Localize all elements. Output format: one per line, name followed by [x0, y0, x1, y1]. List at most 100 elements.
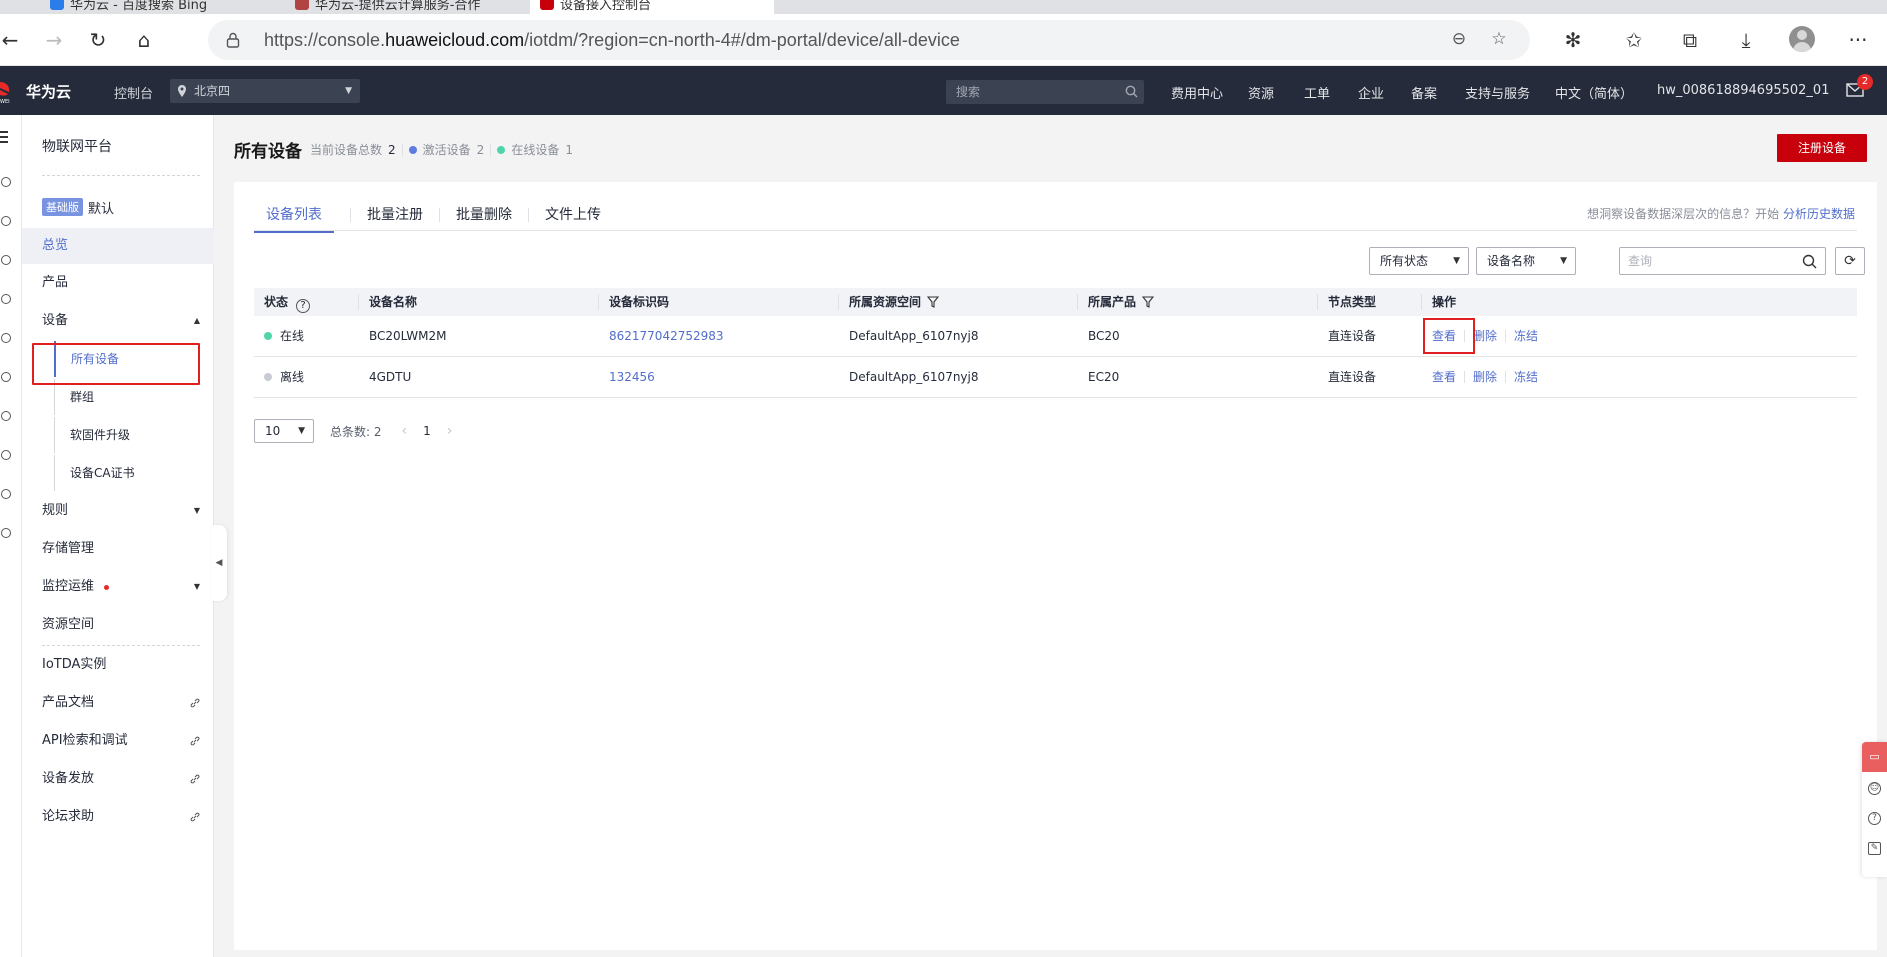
- service-icon[interactable]: [1, 489, 11, 499]
- search-field-select[interactable]: 设备名称 ▼: [1476, 247, 1576, 275]
- collections-icon[interactable]: ⧉: [1676, 26, 1704, 54]
- nav-filing[interactable]: 备案: [1411, 83, 1437, 102]
- query-input[interactable]: 查询: [1619, 247, 1826, 275]
- service-icon[interactable]: [1, 177, 11, 187]
- sidebar-item-firmware[interactable]: 软固件升级: [54, 417, 214, 453]
- freeze-button[interactable]: 冻结: [1514, 316, 1546, 356]
- feedback-icon[interactable]: ✎: [1868, 842, 1881, 855]
- node-id-link[interactable]: 132456: [599, 357, 655, 397]
- page-number[interactable]: 1: [423, 424, 431, 438]
- brand-name[interactable]: 华为云: [26, 81, 71, 102]
- delete-button[interactable]: 删除: [1473, 357, 1505, 397]
- nav-language[interactable]: 中文（简体）: [1555, 83, 1633, 102]
- home-icon[interactable]: ⌂: [130, 26, 158, 54]
- sidebar-item-resource-space[interactable]: 资源空间: [22, 607, 214, 643]
- nav-enterprise[interactable]: 企业: [1358, 83, 1384, 102]
- status-filter-select[interactable]: 所有状态 ▼: [1369, 247, 1469, 275]
- sidebar-item-forum[interactable]: 论坛求助: [22, 799, 214, 835]
- reload-icon[interactable]: ↻: [84, 26, 112, 54]
- nav-support[interactable]: 支持与服务: [1465, 83, 1530, 102]
- edition-tag: 基础版: [42, 198, 83, 216]
- filter-icon[interactable]: [1142, 296, 1155, 308]
- node-id-link[interactable]: 862177042752983: [599, 316, 724, 356]
- freeze-button[interactable]: 冻结: [1514, 357, 1546, 397]
- address-bar[interactable]: https://console.huaweicloud.com/iotdm/?r…: [208, 20, 1530, 60]
- page-size-select[interactable]: 10 ▼: [254, 419, 314, 443]
- nav-username[interactable]: hw_008618894695502_01: [1657, 83, 1829, 98]
- register-device-button[interactable]: 注册设备: [1777, 134, 1867, 162]
- profile-avatar[interactable]: [1789, 26, 1815, 52]
- browser-toolbar: ← → ↻ ⌂ https://console.huaweicloud.com/…: [0, 14, 1887, 66]
- chat-icon[interactable]: ▭: [1862, 742, 1887, 772]
- col-name: 设备名称: [359, 288, 599, 316]
- nav-resources[interactable]: 资源: [1248, 83, 1274, 102]
- help-icon[interactable]: ?: [1868, 812, 1881, 825]
- nav-tickets[interactable]: 工单: [1304, 83, 1330, 102]
- favorite-add-icon[interactable]: ☆: [1488, 29, 1510, 51]
- prev-page-icon[interactable]: ‹: [402, 423, 408, 439]
- sidebar-item-provisioning[interactable]: 设备发放: [22, 761, 214, 797]
- caret-down-icon: ▼: [1453, 256, 1460, 266]
- refresh-button[interactable]: ⟳: [1835, 247, 1865, 275]
- forward-icon[interactable]: →: [40, 26, 68, 54]
- activated-count: 2: [476, 142, 485, 157]
- filter-icon[interactable]: [927, 296, 940, 308]
- product-cell: BC20: [1088, 329, 1120, 343]
- browser-tab-label: 华为云 - 百度搜索 Bing: [70, 0, 208, 13]
- service-icon[interactable]: [1, 411, 11, 421]
- browser-tab-label: 设备接入控制台: [560, 0, 652, 13]
- browser-tab[interactable]: 华为云 - 百度搜索 Bing: [40, 0, 217, 14]
- global-search-input[interactable]: 搜索: [946, 80, 1144, 104]
- sidebar-item-ca-cert[interactable]: 设备CA证书: [54, 455, 214, 491]
- service-icon[interactable]: ☺: [1868, 782, 1881, 795]
- service-icon[interactable]: [1, 372, 11, 382]
- tab-file-upload[interactable]: 文件上传: [545, 198, 601, 232]
- more-icon[interactable]: ···: [1844, 26, 1872, 54]
- sidebar-item-monitor[interactable]: 监控运维 ▼: [22, 569, 214, 605]
- device-name-cell: 4GDTU: [369, 370, 412, 384]
- browser-tab[interactable]: 华为云-提供云计算服务-合作: [285, 0, 490, 14]
- highlight-annotation: [1423, 318, 1475, 354]
- search-icon[interactable]: [1802, 254, 1817, 269]
- service-icon[interactable]: [1, 294, 11, 304]
- location-pin-icon: [178, 85, 186, 97]
- nav-billing[interactable]: 费用中心: [1171, 83, 1223, 102]
- sidebar-item-api-explorer[interactable]: API检索和调试: [22, 723, 214, 759]
- region-selector[interactable]: 北京四 ▼: [170, 79, 360, 103]
- tab-batch-delete[interactable]: 批量删除: [456, 198, 512, 232]
- sidebar-item-storage[interactable]: 存储管理: [22, 531, 214, 567]
- extensions-icon[interactable]: ✻: [1559, 26, 1587, 54]
- sidebar-item-device[interactable]: 设备 ▲: [22, 303, 214, 339]
- sidebar-item-overview[interactable]: 总览: [22, 228, 214, 264]
- next-page-icon[interactable]: ›: [447, 423, 453, 439]
- zoom-icon[interactable]: ⊖: [1448, 29, 1470, 51]
- browser-tab-label: 华为云-提供云计算服务-合作: [315, 0, 481, 13]
- region-label: 北京四: [194, 84, 231, 98]
- tab-device-list[interactable]: 设备列表: [254, 198, 334, 233]
- sidebar-item-rules[interactable]: 规则 ▼: [22, 493, 214, 529]
- sidebar-collapse-toggle[interactable]: ◀: [211, 525, 227, 601]
- table-row: 在线 BC20LWM2M 862177042752983 DefaultApp_…: [254, 316, 1857, 357]
- console-topbar: WEI 华为云 控制台 北京四 ▼ 搜索 费用中心 资源 工单 企业 备案 支持…: [0, 66, 1887, 115]
- service-icon[interactable]: [1, 333, 11, 343]
- view-button[interactable]: 查看: [1432, 357, 1464, 397]
- menu-icon[interactable]: [0, 131, 8, 143]
- service-icon[interactable]: [1, 450, 11, 460]
- help-icon[interactable]: ?: [296, 299, 311, 313]
- browser-tab-active[interactable]: 设备接入控制台: [530, 0, 774, 14]
- sidebar-item-product[interactable]: 产品: [22, 265, 214, 301]
- mail-count-badge: 2: [1857, 74, 1873, 90]
- console-link[interactable]: 控制台: [114, 83, 153, 102]
- service-icon[interactable]: [1, 255, 11, 265]
- delete-button[interactable]: 删除: [1473, 316, 1505, 356]
- analyze-history-link[interactable]: 分析历史数据: [1783, 207, 1855, 221]
- favorites-icon[interactable]: ✩: [1620, 26, 1648, 54]
- back-icon[interactable]: ←: [0, 26, 24, 54]
- service-icon[interactable]: [1, 528, 11, 538]
- tab-batch-register[interactable]: 批量注册: [367, 198, 423, 232]
- downloads-icon[interactable]: ⤓: [1732, 26, 1760, 54]
- sidebar-item-product-docs[interactable]: 产品文档: [22, 685, 214, 721]
- sidebar-item-iotda-instance[interactable]: IoTDA实例: [22, 647, 214, 683]
- service-icon-rail: [0, 115, 22, 957]
- service-icon[interactable]: [1, 216, 11, 226]
